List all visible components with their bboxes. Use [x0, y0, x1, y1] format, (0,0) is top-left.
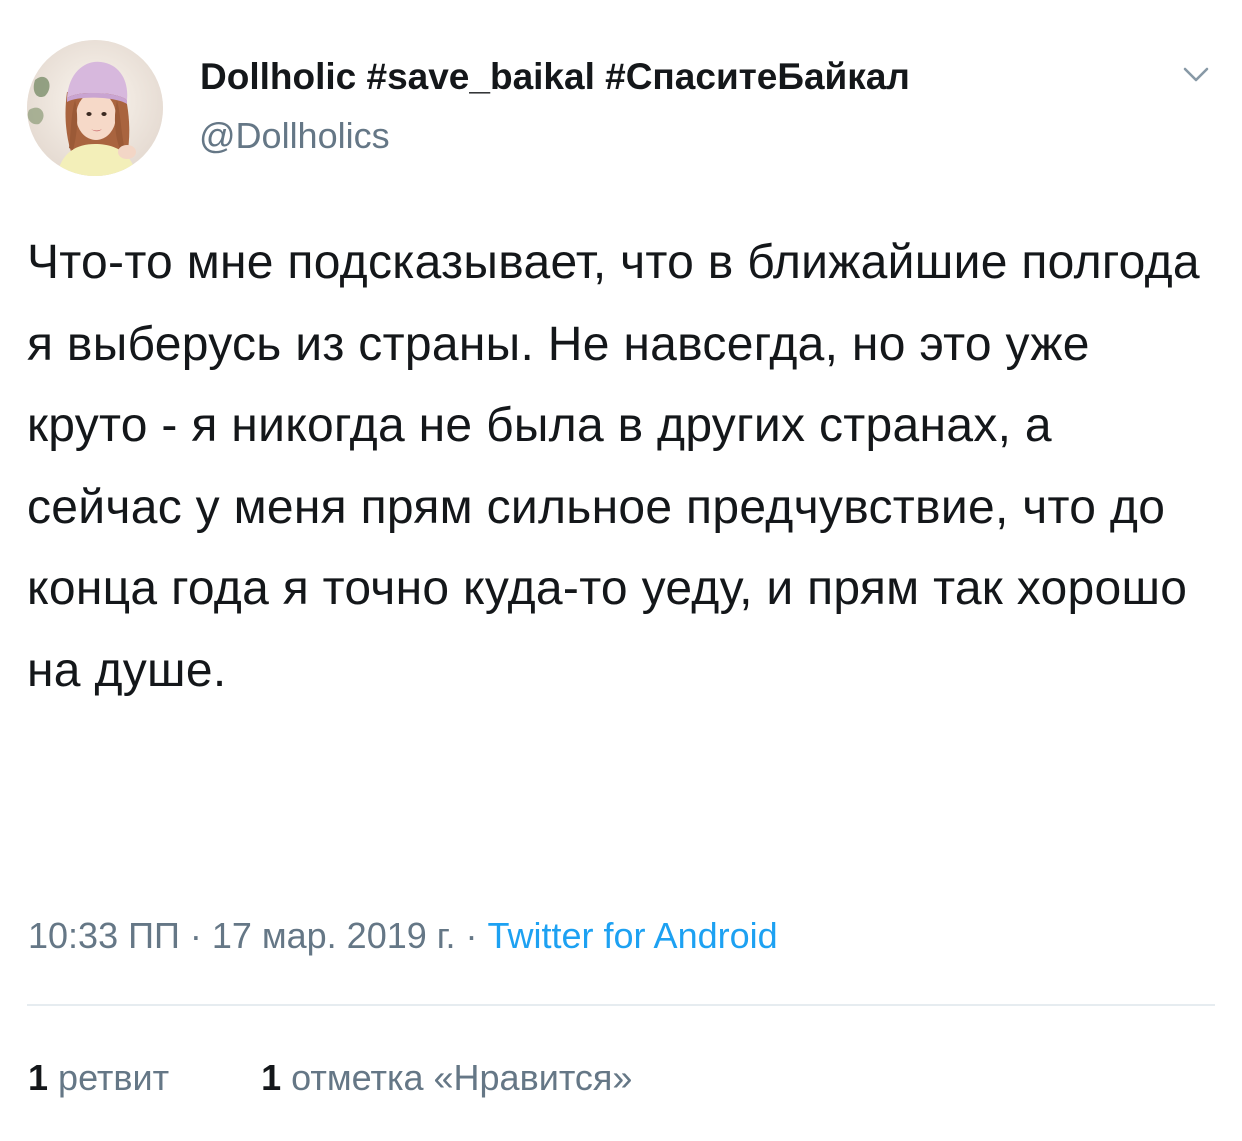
- tweet-source-link[interactable]: Twitter for Android: [488, 915, 778, 956]
- meta-separator: ·: [455, 915, 488, 956]
- tweet-time: 10:33 ПП: [28, 915, 180, 956]
- user-handle[interactable]: @Dollholics: [199, 115, 390, 157]
- avatar[interactable]: [27, 40, 163, 176]
- avatar-image: [27, 40, 163, 176]
- divider: [27, 1004, 1215, 1006]
- retweets-label: ретвит: [58, 1057, 170, 1098]
- display-name[interactable]: Dollholic #save_baikal #СпаситеБайкал: [200, 56, 910, 98]
- tweet-date: 17 мар. 2019 г.: [211, 915, 456, 956]
- tweet-detail: Dollholic #save_baikal #СпаситеБайкал @D…: [0, 0, 1242, 1141]
- tweet-meta: 10:33 ПП · 17 мар. 2019 г. · Twitter for…: [28, 915, 778, 957]
- tweet-text: Что-то мне подсказывает, что в ближайшие…: [27, 236, 1214, 697]
- retweets-stat[interactable]: 1 ретвит: [28, 1057, 169, 1099]
- tweet-menu-button[interactable]: [1176, 60, 1216, 90]
- meta-separator: ·: [179, 915, 212, 956]
- likes-label: отметка «Нравится»: [291, 1057, 633, 1098]
- retweets-count: 1: [28, 1057, 49, 1098]
- likes-count: 1: [261, 1057, 282, 1098]
- tweet-stats: 1 ретвит 1 отметка «Нравится»: [28, 1057, 632, 1099]
- likes-stat[interactable]: 1 отметка «Нравится»: [261, 1057, 632, 1099]
- chevron-down-icon: [1183, 67, 1209, 82]
